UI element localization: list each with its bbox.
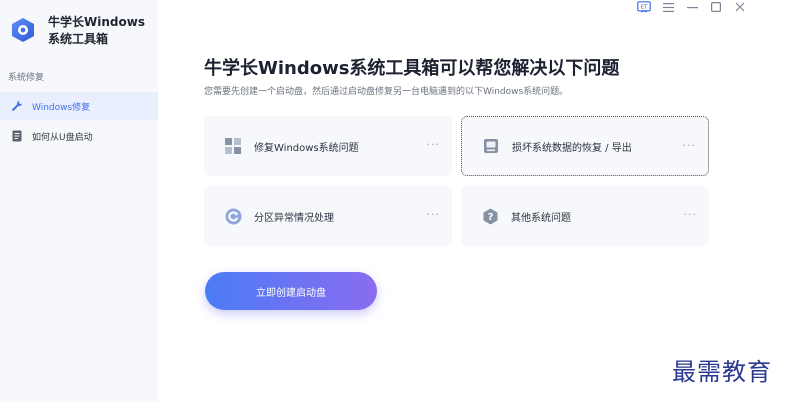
more-icon[interactable]: ··· (684, 208, 698, 221)
partition-icon (224, 207, 242, 225)
more-icon[interactable]: ··· (683, 139, 697, 152)
page-title: 牛学长Windows系统工具箱可以帮您解决以下问题 (204, 58, 620, 79)
svg-text:ET: ET (641, 4, 648, 10)
more-icon[interactable]: ··· (427, 138, 441, 151)
minimize-icon[interactable] (685, 0, 699, 14)
sidebar-item-label: 如何从U盘启动 (32, 132, 93, 143)
window-controls: ET (637, 0, 747, 14)
card-label: 修复Windows系统问题 (254, 142, 359, 154)
page-subtitle: 您需要先创建一个启动盘，然后通过启动盘修复另一台电脑遇到的以下Windows系统… (204, 87, 569, 97)
card-recover-data[interactable]: 损坏系统数据的恢复 / 导出 ··· (461, 116, 709, 176)
card-label: 其他系统问题 (511, 212, 571, 224)
sidebar-item-usb-boot[interactable]: 如何从U盘启动 (0, 122, 158, 150)
maximize-icon[interactable] (709, 0, 723, 14)
card-label: 分区异常情况处理 (254, 212, 334, 224)
sidebar-item-windows-repair[interactable]: Windows修复 (0, 92, 158, 120)
more-icon[interactable]: ··· (427, 208, 441, 221)
brand: 牛学长Windows系统工具箱 (10, 14, 148, 48)
close-icon[interactable] (733, 0, 747, 14)
watermark: 最需教育 (672, 358, 772, 386)
svg-text:?: ? (487, 212, 493, 223)
card-other-issues[interactable]: ? 其他系统问题 ··· (461, 186, 709, 246)
card-repair-windows[interactable]: 修复Windows系统问题 ··· (204, 116, 452, 176)
drive-icon (482, 137, 500, 155)
create-boot-disk-button[interactable]: 立即创建启动盘 (205, 272, 377, 310)
feedback-icon[interactable]: ET (637, 0, 651, 14)
document-icon (10, 129, 24, 143)
sidebar: 牛学长Windows系统工具箱 系统修复 Windows修复 如何从U盘启动 (0, 0, 158, 402)
sidebar-section-label: 系统修复 (8, 73, 45, 83)
menu-icon[interactable] (661, 0, 675, 14)
card-partition-issues[interactable]: 分区异常情况处理 ··· (204, 186, 452, 246)
wrench-icon (10, 99, 24, 113)
app-title: 牛学长Windows系统工具箱 (48, 15, 145, 46)
question-icon: ? (481, 207, 499, 225)
windows-grid-icon (224, 137, 242, 155)
card-label: 损坏系统数据的恢复 / 导出 (512, 142, 632, 154)
app-logo-icon (12, 18, 34, 42)
window-edge (752, 0, 793, 402)
sidebar-item-label: Windows修复 (32, 102, 91, 113)
